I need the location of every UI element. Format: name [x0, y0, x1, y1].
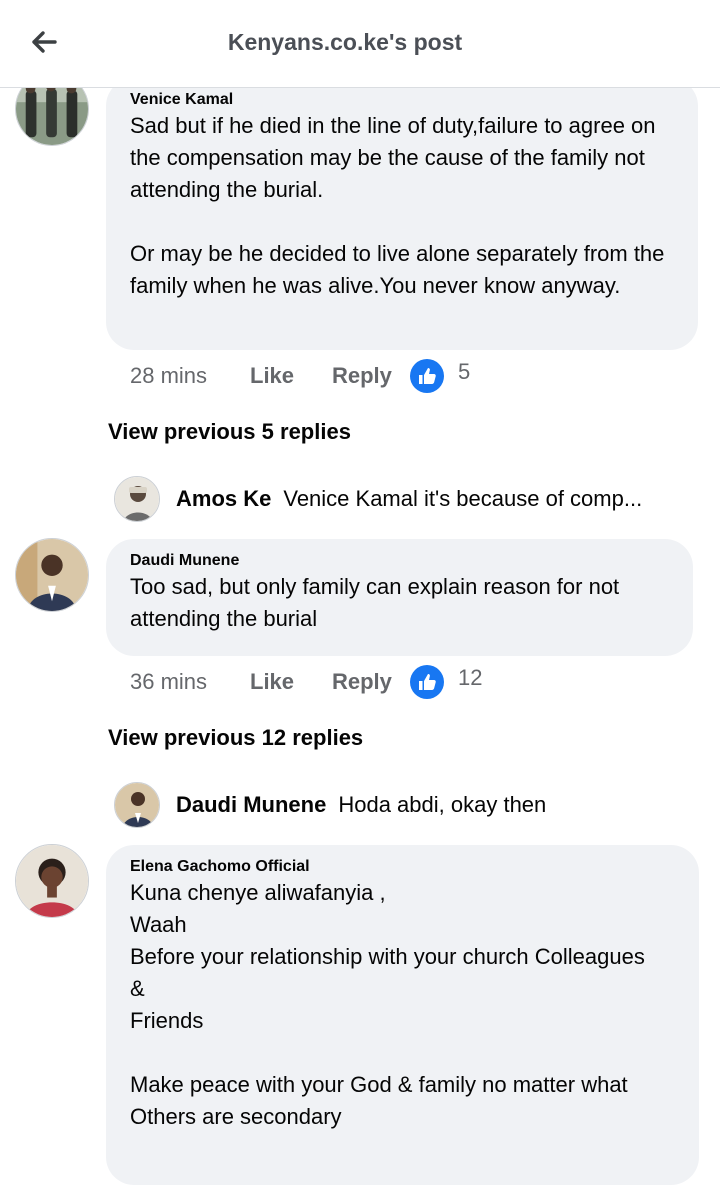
thumbs-up-icon: [410, 665, 444, 699]
reply-text: Hoda abdi, okay then: [338, 792, 547, 817]
thumbs-up-icon: [410, 359, 444, 393]
comment-text: Sad but if he died in the line of duty,f…: [130, 113, 665, 298]
avatar[interactable]: [15, 844, 89, 918]
comment-bubble: Venice Kamal Sad but if he died in the l…: [106, 78, 698, 350]
comment-author[interactable]: Daudi Munene: [130, 551, 669, 571]
comment-timestamp[interactable]: 36 mins: [130, 669, 250, 695]
comment-actions: 28 mins Like Reply 5: [130, 356, 470, 396]
reply-author[interactable]: Daudi Munene: [176, 792, 326, 818]
reaction-summary[interactable]: 12: [410, 665, 482, 699]
avatar[interactable]: [15, 538, 89, 612]
reaction-count: 12: [458, 665, 483, 690]
reply-text: Venice Kamal it's because of comp...: [283, 486, 643, 511]
comment-bubble: Elena Gachomo Official Kuna chenye aliwa…: [106, 845, 699, 1185]
reply-avatar[interactable]: [114, 782, 160, 828]
like-button[interactable]: Like: [250, 363, 332, 389]
reply-button[interactable]: Reply: [332, 669, 410, 695]
reaction-count: 5: [458, 359, 471, 384]
latest-reply[interactable]: Daudi Munene Hoda abdi, okay then: [114, 782, 694, 828]
reply-avatar[interactable]: [114, 476, 160, 522]
view-previous-replies-link[interactable]: View previous 12 replies: [108, 725, 363, 751]
top-bar: Kenyans.co.ke's post: [0, 0, 720, 88]
comment-text: Too sad, but only family can explain rea…: [130, 574, 620, 631]
comment-bubble: Daudi Munene Too sad, but only family ca…: [106, 539, 693, 656]
reply-button[interactable]: Reply: [332, 363, 410, 389]
comment-actions: 36 mins Like Reply 12: [130, 662, 482, 702]
view-previous-replies-link[interactable]: View previous 5 replies: [108, 419, 351, 445]
comment-author[interactable]: Elena Gachomo Official: [130, 857, 675, 877]
comment-author[interactable]: Venice Kamal: [130, 90, 674, 110]
page-title: Kenyans.co.ke's post: [227, 29, 463, 55]
reaction-summary[interactable]: 5: [410, 359, 470, 393]
latest-reply[interactable]: Amos Ke Venice Kamal it's because of com…: [114, 476, 694, 522]
comment-timestamp[interactable]: 28 mins: [130, 363, 250, 389]
like-button[interactable]: Like: [250, 669, 332, 695]
reply-author[interactable]: Amos Ke: [176, 486, 271, 512]
comment-text: Kuna chenye aliwafanyia , Waah Before yo…: [130, 880, 645, 1129]
